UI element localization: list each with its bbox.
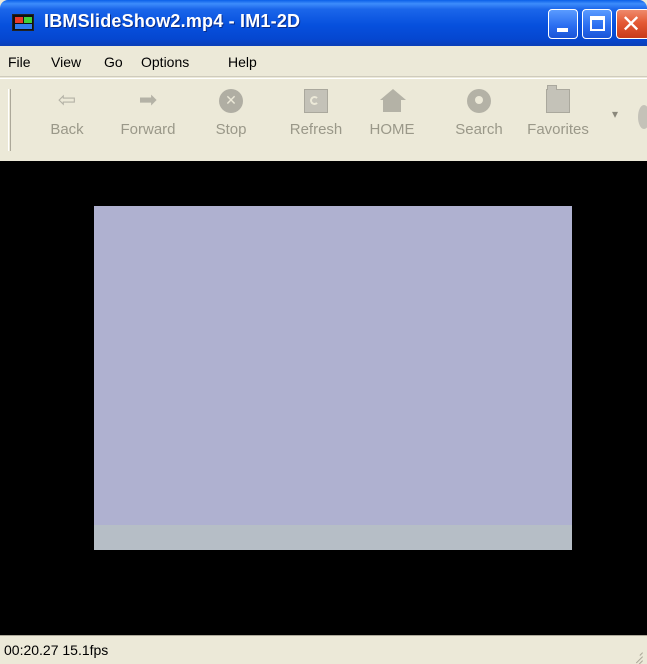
home-icon <box>380 89 406 113</box>
favorites-label: Favorites <box>527 121 589 138</box>
toolbar-overflow-chevron-icon[interactable]: ▾ <box>612 107 618 121</box>
search-icon <box>467 89 491 113</box>
menu-bar: File View Go Options Help <box>0 46 647 77</box>
refresh-button[interactable]: Refresh <box>281 89 351 149</box>
close-button[interactable]: ✕ <box>616 9 647 39</box>
app-icon[interactable] <box>12 14 34 31</box>
video-area[interactable] <box>0 161 647 635</box>
back-arrow-icon: ⇦ <box>57 88 77 113</box>
media-player-window: IBMSlideShow2.mp4 - IM1-2D ✕ File View G… <box>0 0 647 664</box>
resize-grip-icon[interactable] <box>631 649 643 664</box>
forward-label: Forward <box>120 121 176 138</box>
home-button[interactable]: HOME <box>357 89 427 149</box>
refresh-label: Refresh <box>289 121 343 138</box>
video-frame-bottom-strip <box>94 525 572 550</box>
menu-file[interactable]: File <box>8 54 31 70</box>
maximize-icon <box>590 16 605 31</box>
stop-icon: ✕ <box>219 89 243 113</box>
maximize-button[interactable] <box>582 9 612 39</box>
home-label: HOME <box>369 121 415 138</box>
stop-button[interactable]: ✕ Stop <box>196 89 266 149</box>
back-button[interactable]: ⇦ Back <box>32 89 102 149</box>
toolbar-grip[interactable] <box>8 89 11 151</box>
menu-view[interactable]: View <box>51 54 81 70</box>
menu-options[interactable]: Options <box>141 54 189 70</box>
menu-help[interactable]: Help <box>228 54 257 70</box>
search-label: Search <box>455 121 503 138</box>
stop-label: Stop <box>215 121 247 138</box>
forward-button[interactable]: ➡ Forward <box>113 89 183 149</box>
title-bar[interactable]: IBMSlideShow2.mp4 - IM1-2D ✕ <box>0 0 647 46</box>
minimize-icon <box>557 28 568 32</box>
refresh-icon <box>304 89 328 113</box>
video-frame <box>94 206 572 550</box>
toolbar: ⇦ Back ➡ Forward ✕ Stop Refresh HOME Sea… <box>0 78 647 160</box>
close-icon: ✕ <box>621 10 642 38</box>
menu-go[interactable]: Go <box>104 54 123 70</box>
back-label: Back <box>50 121 84 138</box>
window-title: IBMSlideShow2.mp4 - IM1-2D <box>44 11 301 31</box>
playback-status: 00:20.27 15.1fps <box>4 642 109 658</box>
favorites-folder-icon <box>546 85 570 113</box>
favorites-button[interactable]: Favorites <box>523 85 593 149</box>
forward-arrow-icon: ➡ <box>138 88 158 113</box>
toolbar-overflow-icon[interactable] <box>638 105 647 129</box>
minimize-button[interactable] <box>548 9 578 39</box>
status-bar: 00:20.27 15.1fps <box>0 635 647 664</box>
search-button[interactable]: Search <box>444 89 514 149</box>
